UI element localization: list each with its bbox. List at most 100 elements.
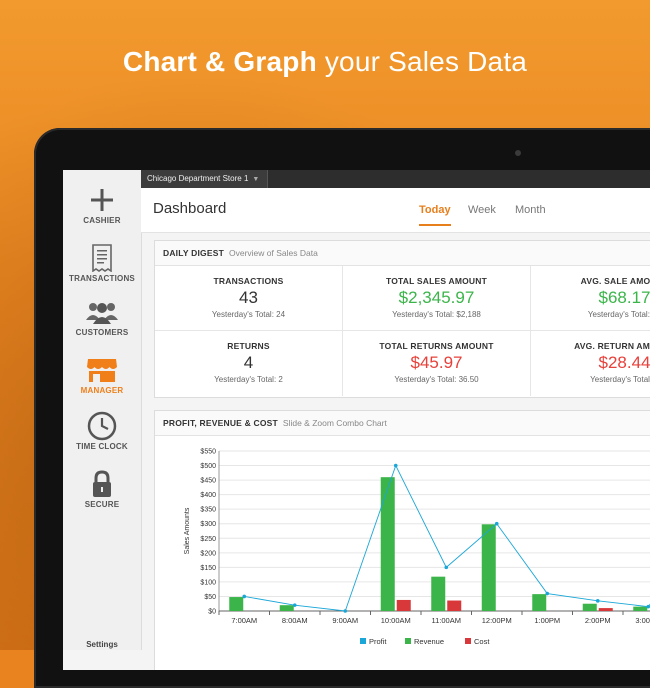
digest-label: TOTAL RETURNS AMOUNT: [379, 341, 494, 351]
cost-bar: [396, 599, 411, 611]
profit-point: [646, 604, 650, 609]
app-screen: CASHIER TRANSACTIONS CUSTOMERS MANAGER T…: [63, 170, 650, 670]
digest-value: $2,345.97: [398, 288, 475, 307]
digest-yesterday: Yesterday's Total: $: [590, 375, 650, 384]
x-tick-label: 12:00PM: [482, 616, 512, 625]
sidebar-item-label: TIME CLOCK: [76, 442, 128, 451]
daily-digest-title: DAILY DIGEST: [163, 248, 224, 258]
sidebar-item-manager[interactable]: MANAGER: [63, 354, 141, 395]
profit-point: [292, 603, 297, 607]
tab-month[interactable]: Month: [515, 204, 546, 224]
digest-yesterday: Yesterday's Total: 24: [211, 310, 286, 319]
revenue-bar: [532, 594, 547, 611]
profit-point: [393, 463, 398, 468]
y-tick-label: $150: [200, 565, 216, 572]
digest-value: $68.17: [598, 288, 650, 307]
sidebar-item-label: CUSTOMERS: [75, 328, 129, 337]
y-tick-label: $300: [200, 521, 216, 528]
page-title: Dashboard: [153, 200, 227, 217]
digest-value: $45.97: [410, 353, 463, 372]
digest-cell-transactions: TRANSACTIONS 43 Yesterday's Total: 24: [155, 266, 343, 331]
y-tick-label: $0: [208, 609, 216, 616]
digest-yesterday: Yesterday's Total: $4: [587, 310, 650, 319]
chart-panel: PROFIT, REVENUE & COST Slide & Zoom Combo…: [154, 410, 650, 670]
store-select-value: Chicago Department Store 1: [147, 174, 249, 183]
y-axis-label: Sales Amounts: [184, 507, 191, 554]
x-tick-label: 3:00PM: [635, 616, 650, 625]
x-tick-label: 11:00AM: [432, 616, 461, 625]
profit-point: [444, 565, 449, 570]
y-tick-label: $50: [204, 594, 216, 601]
legend-label: Profit: [369, 637, 387, 646]
digest-value: $28.44: [598, 353, 650, 372]
camera-icon: [515, 150, 521, 156]
digest-label: AVG. RETURN AMOUNT: [574, 341, 650, 351]
digest-label: AVG. SALE AMOUNT: [580, 276, 650, 286]
y-tick-label: $250: [200, 536, 216, 543]
y-tick-label: $100: [200, 579, 216, 586]
revenue-bar: [633, 606, 648, 611]
sidebar: CASHIER TRANSACTIONS CUSTOMERS MANAGER T…: [63, 170, 142, 650]
digest-cell-avg-return: AVG. RETURN AMOUNT $28.44 Yesterday's To…: [531, 331, 650, 396]
profit-point: [545, 591, 550, 596]
sidebar-item-label: MANAGER: [80, 386, 124, 395]
y-tick-label: $350: [200, 507, 216, 514]
receipt-icon: [92, 244, 112, 272]
digest-label: TOTAL SALES AMOUNT: [385, 276, 488, 286]
daily-digest-subtitle: Overview of Sales Data: [228, 248, 318, 258]
settings-link[interactable]: Settings: [63, 640, 141, 649]
revenue-bar: [380, 477, 395, 611]
headline-bold: Chart & Graph: [122, 46, 317, 77]
x-tick-label: 1:00PM: [534, 616, 560, 625]
revenue-bar: [229, 597, 244, 611]
y-tick-label: $500: [200, 463, 216, 470]
tab-week[interactable]: Week: [468, 204, 496, 224]
digest-yesterday: Yesterday's Total: $2,188: [392, 310, 481, 319]
tab-today[interactable]: Today: [419, 204, 451, 226]
profit-point: [595, 599, 600, 603]
combo-chart[interactable]: $0 $50 $100 $150 $200 $250 $300 $350 $400 $450 $50…: [155, 436, 650, 670]
sidebar-item-label: SECURE: [84, 500, 120, 509]
revenue-bar: [431, 576, 446, 611]
y-tick-label: $550: [200, 449, 216, 456]
people-icon: [86, 303, 118, 324]
legend-swatch: [405, 638, 411, 644]
sidebar-item-secure[interactable]: SECURE: [63, 468, 141, 509]
revenue-bar: [481, 524, 496, 611]
sidebar-item-time-clock[interactable]: TIME CLOCK: [63, 410, 141, 451]
revenue-bar: [279, 605, 294, 611]
store-icon: [87, 359, 117, 382]
store-select[interactable]: Chicago Department Store 1 ▼: [141, 170, 269, 188]
plus-icon: [91, 189, 113, 211]
y-tick-label: $400: [200, 492, 216, 499]
cost-bar: [598, 608, 613, 611]
laptop-frame: CASHIER TRANSACTIONS CUSTOMERS MANAGER T…: [34, 128, 650, 688]
digest-yesterday: Yesterday's Total: 36.50: [394, 375, 479, 384]
sidebar-item-customers[interactable]: CUSTOMERS: [63, 296, 141, 337]
legend-label: Cost: [474, 637, 490, 646]
digest-cell-returns: RETURNS 4 Yesterday's Total: 2: [155, 331, 343, 396]
digest-label: TRANSACTIONS: [213, 276, 284, 286]
profit-point: [494, 521, 499, 526]
sidebar-item-transactions[interactable]: TRANSACTIONS: [63, 242, 141, 283]
daily-digest-header: DAILY DIGEST Overview of Sales Data: [155, 241, 650, 266]
headline-light: your Sales Data: [324, 46, 528, 77]
x-tick-label: 9:00AM: [332, 616, 358, 625]
page-header: Dashboard Today Week Month: [141, 188, 650, 233]
digest-yesterday: Yesterday's Total: 2: [214, 375, 283, 384]
chart-panel-subtitle: Slide & Zoom Combo Chart: [282, 418, 387, 428]
headline: Chart & Graph your Sales Data: [0, 46, 650, 78]
digest-value: 4: [243, 353, 254, 372]
sidebar-item-label: CASHIER: [83, 216, 121, 225]
chart-panel-header: PROFIT, REVENUE & COST Slide & Zoom Combo…: [155, 411, 650, 436]
top-bar: Chicago Department Store 1 ▼: [141, 170, 650, 188]
legend-label: Revenue: [414, 637, 444, 646]
digest-cell-total-returns: TOTAL RETURNS AMOUNT $45.97 Yesterday's …: [343, 331, 531, 396]
profit-point: [343, 609, 348, 613]
legend-swatch: [360, 638, 366, 644]
digest-cell-total-sales: TOTAL SALES AMOUNT $2,345.97 Yesterday's…: [343, 266, 531, 331]
sidebar-item-cashier[interactable]: CASHIER: [63, 184, 141, 225]
clock-icon: [87, 411, 117, 441]
x-tick-label: 10:00AM: [381, 616, 411, 625]
x-tick-label: 7:00AM: [231, 616, 257, 625]
